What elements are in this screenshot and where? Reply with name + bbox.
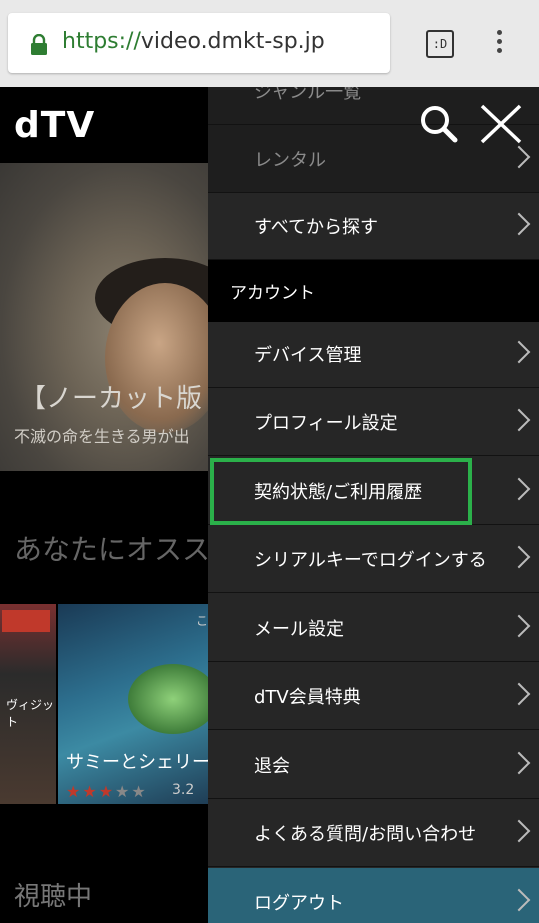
chevron-right-icon [507, 145, 531, 168]
menu-item-label: すべてから探す [254, 216, 379, 238]
thumbnail-corner-text: こ [196, 614, 209, 628]
url-text: https://video.dmkt-sp.jp [62, 29, 325, 54]
chevron-right-icon [507, 682, 531, 705]
menu-item-label: 退会 [254, 755, 290, 777]
section-label: アカウント [230, 283, 315, 304]
menu-item-label: よくある質問/お問い合わせ [254, 823, 477, 845]
tab-switcher-icon[interactable]: :D [426, 30, 454, 58]
menu-item-label: ログアウト [254, 892, 344, 914]
rating-value: 3.2 [172, 782, 195, 798]
address-bar[interactable]: https://video.dmkt-sp.jp [8, 13, 390, 73]
menu-item-label: シリアルキーでログインする [254, 549, 487, 571]
hero-title: 【ノーカット版 [20, 384, 203, 414]
recommend-carousel: ヴィジット こ サミーとシェリー ★★★★★ 3.2 [0, 604, 218, 804]
hero-banner[interactable]: 【ノーカット版 不滅の命を生きる男が出 [0, 163, 208, 471]
menu-item-search-all[interactable]: すべてから探す [208, 192, 539, 260]
dtv-logo[interactable]: dTV [14, 105, 95, 146]
menu-item-benefits[interactable]: dTV会員特典 [208, 662, 539, 730]
rating-stars: ★★★★★ [66, 782, 148, 801]
more-options-icon[interactable] [494, 30, 504, 60]
browser-toolbar: https://video.dmkt-sp.jp :D [0, 0, 539, 87]
hero-subtitle: 不滅の命を生きる男が出 [14, 427, 190, 446]
menu-item-profile[interactable]: プロフィール設定 [208, 388, 539, 456]
thumbnail-title: ヴィジット [6, 698, 55, 729]
chevron-right-icon [507, 477, 531, 500]
search-icon[interactable] [419, 104, 459, 144]
menu-item-mail[interactable]: メール設定 [208, 594, 539, 662]
chevron-right-icon [507, 408, 531, 431]
menu-item-label: ジャンル一覧 [254, 87, 362, 103]
menu-item-device[interactable]: デバイス管理 [208, 320, 539, 388]
chevron-right-icon [507, 340, 531, 363]
menu-item-label: デバイス管理 [254, 344, 362, 366]
menu-section-account: アカウント [208, 260, 539, 322]
chevron-right-icon [507, 819, 531, 842]
menu-item-withdraw[interactable]: 退会 [208, 731, 539, 799]
menu-item-logout[interactable]: ログアウト [208, 868, 539, 923]
menu-item-serial-key[interactable]: シリアルキーでログインする [208, 525, 539, 593]
menu-item-label: dTV会員特典 [254, 686, 361, 708]
chevron-right-icon [507, 545, 531, 568]
menu-item-faq[interactable]: よくある質問/お問い合わせ [208, 799, 539, 867]
menu-item-label: プロフィール設定 [254, 412, 398, 434]
highlight-box [210, 458, 472, 525]
chevron-right-icon [507, 212, 531, 235]
chevron-right-icon [507, 614, 531, 637]
chevron-right-icon [507, 751, 531, 774]
chevron-right-icon [507, 888, 531, 911]
url-scheme: https:// [62, 29, 141, 54]
menu-item-label: メール設定 [254, 618, 344, 640]
thumbnail-title: サミーとシェリー [66, 752, 210, 773]
lock-icon [31, 34, 47, 55]
url-host: video.dmkt-sp.jp [140, 29, 325, 54]
menu-item-label: レンタル [254, 149, 326, 171]
recommend-heading: あなたにオスス [14, 533, 211, 566]
video-thumbnail[interactable]: ヴィジット [0, 604, 56, 804]
video-thumbnail[interactable]: こ サミーとシェリー ★★★★★ 3.2 [58, 604, 218, 804]
close-icon[interactable] [479, 104, 523, 144]
watching-heading: 視聴中 [14, 882, 93, 912]
